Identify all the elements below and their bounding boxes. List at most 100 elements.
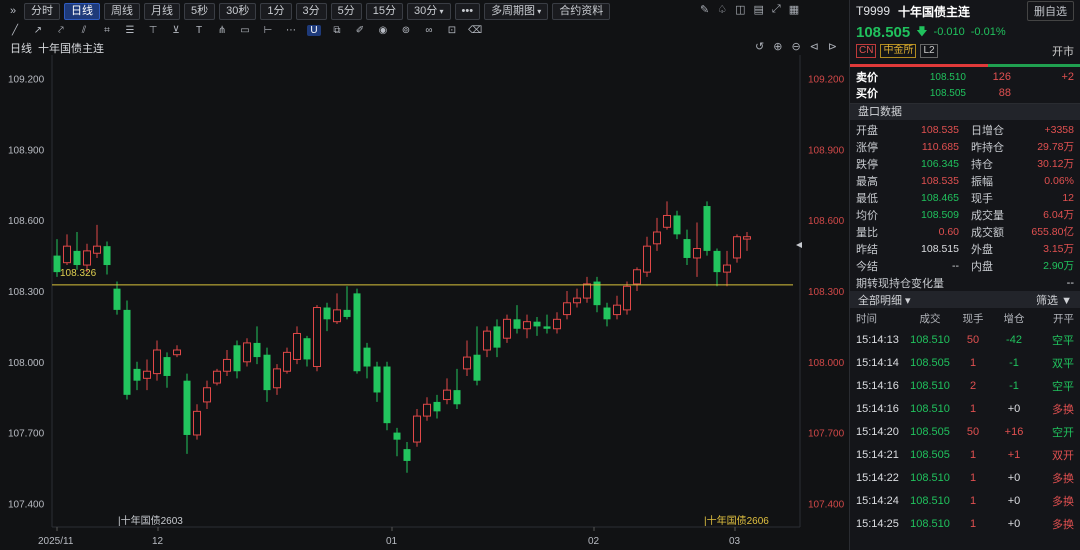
magnet-icon[interactable]: U (307, 24, 321, 36)
stat-label: 今结 (856, 260, 878, 273)
chart-controls: ↺ ⊕ ⊖ ⊲ ⊳ (755, 40, 837, 53)
stat-value: 108.509 (921, 208, 959, 221)
x-tick-label: 01 (386, 536, 398, 547)
period-tabs: 分时 日线 周线 月线 5秒 30秒 1分 3分 5分 15分 30分 (24, 2, 451, 20)
tag-exchange: 中金所 (880, 44, 917, 58)
range-tool-icon[interactable]: ⊻ (169, 25, 183, 36)
bid-price: 108.505 (929, 87, 966, 99)
trade-cell: 108.510 (910, 379, 950, 392)
candle-body (723, 264, 731, 273)
candlestick-chart[interactable]: 109.200 109.200 108.900 108.900 108.600 108.6… (0, 55, 848, 550)
trade-cell: 15:14:22 (856, 471, 899, 484)
text-tool-icon[interactable]: T (192, 25, 206, 36)
stat-item: 开盘 108.535 (856, 121, 965, 138)
candle-body (663, 214, 671, 228)
trade-cell: +16 (1004, 425, 1024, 438)
candle-body (543, 326, 551, 329)
zoom-out-icon[interactable]: ⊖ (791, 40, 800, 53)
trade-cell: 15:14:21 (856, 448, 899, 461)
lock-icon[interactable]: ⊚ (399, 25, 413, 36)
y-tick-label-left: 108.600 (8, 216, 45, 227)
tab-8[interactable]: 5分 (330, 2, 362, 20)
stat-value: 108.535 (921, 174, 959, 187)
pen-icon[interactable]: ✎ (700, 3, 709, 16)
stat-value: 0.60 (938, 225, 959, 238)
fork-tool-icon[interactable]: ⋔ (215, 25, 229, 36)
trade-cell: +1 (1007, 448, 1021, 461)
stat-item: 振幅 0.06% (965, 172, 1074, 189)
line-tool-icon[interactable]: ╱ (8, 25, 22, 36)
y-tick-label-right: 108.600 (808, 216, 845, 227)
orderbook: 卖价 108.510 126 +2 买价 108.505 88 (850, 67, 1080, 103)
comment-tool-icon[interactable]: ▭ (238, 25, 252, 36)
link-icon[interactable]: ∞ (422, 25, 436, 36)
ask-delta: +2 (1061, 71, 1074, 83)
layout-icon[interactable]: ▤ (754, 3, 764, 16)
candle-body (693, 248, 701, 259)
tab-6[interactable]: 1分 (260, 2, 292, 20)
stat-item: 日增仓 +3358 (965, 121, 1074, 138)
tab-1[interactable]: 日线 (64, 2, 100, 20)
zoom-in-icon[interactable]: ⊕ (773, 40, 782, 53)
trade-cell: 108.510 (910, 517, 950, 530)
tab-4[interactable]: 5秒 (184, 2, 216, 20)
channel-tool-icon[interactable]: ⫽ (77, 25, 91, 36)
candle-body (163, 357, 171, 376)
candle-body (403, 449, 411, 461)
candle-body (643, 245, 651, 273)
drawing-tools: ╱ ↗ ⤤ ⫽ ⌗ ☰ ⊤ ⊻ T ⋔ ▭ ⊢ ⋯ U ⧉ ✐ ◉ ⊚ ∞ ⊡ … (0, 22, 848, 38)
trade-cell: 108.510 (910, 333, 950, 346)
trades-header: 时间 成交 现手 增仓 开平 (850, 308, 1080, 328)
stat-value: -- (952, 259, 959, 272)
alert-icon[interactable]: ♤ (717, 3, 727, 16)
stat-item: 量比 0.60 (856, 223, 965, 240)
tab-3[interactable]: 月线 (144, 2, 180, 20)
contract-info-button[interactable]: 合约资料 (552, 2, 611, 20)
price-tool-icon[interactable]: ⊤ (146, 25, 160, 36)
trade-row: 15:14:13 108.510 50 -42 空平 (850, 328, 1080, 351)
scroll-left-icon[interactable]: ⊲ (810, 40, 819, 53)
clone-icon[interactable]: ⧉ (330, 25, 344, 36)
y-tick-label-right: 108.300 (808, 287, 845, 298)
column-header: 现手 (962, 312, 984, 325)
multi-period-dropdown[interactable]: 多周期图 (484, 2, 549, 20)
details-dropdown[interactable]: 全部明细 ▾ (858, 292, 911, 308)
stat-label: 涨停 (856, 141, 878, 154)
tab-2[interactable]: 周线 (104, 2, 140, 20)
scroll-right-icon[interactable]: ⊳ (828, 40, 837, 53)
stat-label: 振幅 (971, 175, 993, 188)
tab-0[interactable]: 分时 (24, 2, 60, 20)
fib-tool-icon[interactable]: ☰ (123, 25, 137, 36)
bid-label: 买价 (856, 88, 878, 100)
stat-label: 持仓 (971, 158, 993, 171)
collapse-icon[interactable]: » (6, 5, 20, 17)
tab-10[interactable]: 30分 (407, 2, 451, 20)
screenshot-icon[interactable]: ◫ (735, 3, 745, 16)
grid-icon[interactable]: ▦ (789, 3, 799, 16)
stat-label: 昨结 (856, 243, 878, 256)
filter-button[interactable]: 筛选 ▼ (1036, 292, 1072, 308)
more-tools-icon[interactable]: ⋯ (284, 25, 298, 36)
stat-item: 内盘 2.90万 (965, 257, 1074, 274)
expand-icon[interactable]: ⤢ (772, 3, 781, 16)
eye-icon[interactable]: ◉ (376, 25, 390, 36)
remove-watchlist-button[interactable]: 删自选 (1027, 1, 1074, 21)
ray-tool-icon[interactable]: ↗ (31, 25, 45, 36)
trade-row: 15:14:25 108.510 1 +0 多换 (850, 512, 1080, 535)
ruler-tool-icon[interactable]: ⊢ (261, 25, 275, 36)
edit-icon[interactable]: ✐ (353, 25, 367, 36)
snap-icon[interactable]: ⊡ (445, 25, 459, 36)
trade-cell: 15:14:25 (856, 517, 899, 530)
tab-5[interactable]: 30秒 (219, 2, 257, 20)
y-tick-label-right: 109.200 (808, 75, 845, 86)
ask-label: 卖价 (856, 72, 878, 84)
eraser-icon[interactable]: ⌫ (468, 25, 482, 36)
more-periods-button[interactable]: ••• (454, 2, 481, 20)
reset-icon[interactable]: ↺ (755, 40, 764, 53)
trade-cell: 多换 (1052, 495, 1074, 508)
tab-9[interactable]: 15分 (365, 2, 403, 20)
tab-7[interactable]: 3分 (295, 2, 327, 20)
trend-tool-icon[interactable]: ⤤ (54, 25, 68, 36)
candle-body (573, 297, 581, 304)
crop-tool-icon[interactable]: ⌗ (100, 25, 114, 36)
